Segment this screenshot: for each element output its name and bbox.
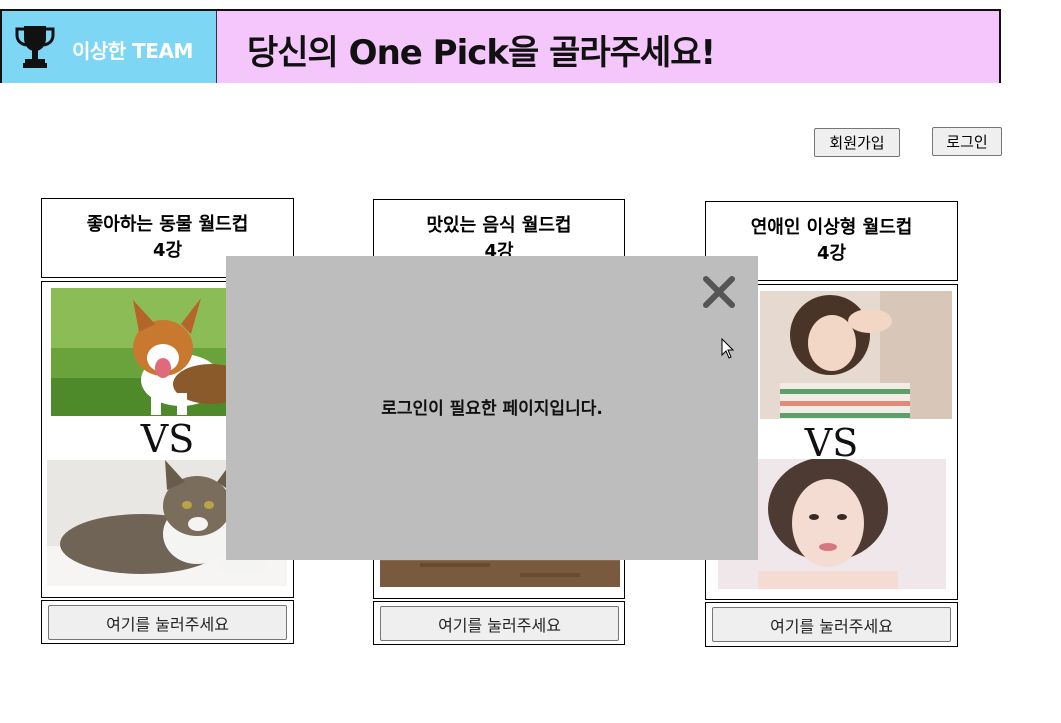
team-logo[interactable]: 이상한 TEAM: [0, 11, 217, 83]
signup-button[interactable]: 회원가입: [814, 128, 900, 157]
header-banner: 이상한 TEAM 당신의 One Pick을 골라주세요!: [0, 9, 1001, 83]
title-banner: 당신의 One Pick을 골라주세요!: [217, 11, 1001, 83]
page-title: 당신의 One Pick을 골라주세요!: [247, 33, 716, 73]
card-button-box-food: 여기를 눌러주세요: [373, 601, 625, 645]
card-title-line1: 연애인 이상형 월드컵: [750, 217, 913, 238]
card-start-button-food[interactable]: 여기를 눌러주세요: [380, 606, 619, 641]
card-start-button-celebrity[interactable]: 여기를 눌러주세요: [712, 607, 951, 642]
trophy-icon: [15, 26, 55, 68]
login-button[interactable]: 로그인: [932, 127, 1002, 156]
card-title-line1: 맛있는 음식 월드컵: [426, 215, 572, 236]
card-button-box-celebrity: 여기를 눌러주세요: [705, 602, 958, 647]
card-button-box-animals: 여기를 눌러주세요: [41, 600, 294, 644]
login-required-modal: 로그인이 필요한 페이지입니다.: [226, 256, 758, 560]
celebrity-photo-1: [760, 291, 952, 419]
close-icon[interactable]: [701, 274, 737, 310]
logo-text: 이상한 TEAM: [72, 39, 193, 63]
card-start-button-animals[interactable]: 여기를 눌러주세요: [48, 605, 287, 640]
card-title-line1: 좋아하는 동물 월드컵: [86, 214, 249, 235]
modal-message: 로그인이 필요한 페이지입니다.: [381, 399, 603, 419]
mouse-cursor-icon: [721, 338, 735, 359]
